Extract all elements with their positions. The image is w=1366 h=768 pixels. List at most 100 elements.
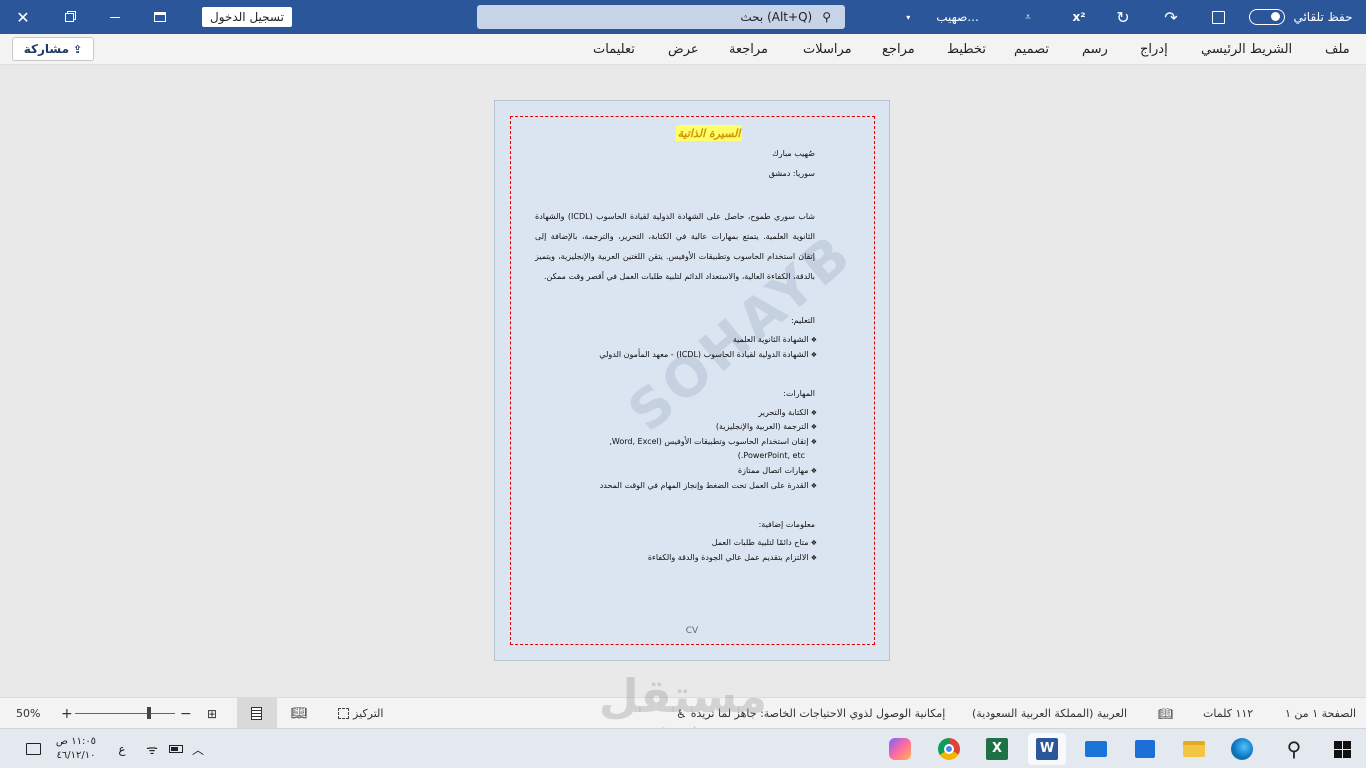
signin-button[interactable]: تسجيل الدخول	[202, 7, 292, 27]
skill-item: الترجمة (العربية والإنجليزية)	[716, 422, 817, 431]
document-name: صهيب...	[936, 10, 979, 24]
tab-review[interactable]: مراجعة	[729, 34, 768, 65]
network-status[interactable]: ᯤ	[142, 733, 162, 765]
skill-item: القدرة على العمل تحت الضغط وإنجاز المهام…	[600, 481, 817, 490]
superscript-button[interactable]: x²	[1068, 0, 1090, 34]
mail-button[interactable]	[1080, 733, 1112, 765]
tab-design[interactable]: تصميم	[1014, 34, 1049, 65]
skill-item-continued: PowerPoint, etc.)	[737, 451, 805, 460]
battery-icon	[169, 745, 183, 753]
cv-location: سوريا: دمشق	[768, 169, 815, 178]
notifications-button[interactable]	[20, 733, 46, 765]
input-language[interactable]: ع	[112, 733, 132, 765]
save-icon	[1211, 10, 1225, 24]
book-icon: 📖︎	[1158, 706, 1174, 721]
start-button[interactable]	[1326, 733, 1358, 765]
file-explorer-button[interactable]	[1178, 733, 1210, 765]
copilot-icon	[889, 738, 911, 760]
focus-button[interactable]: التركيز	[338, 698, 383, 729]
ribbon-display-button[interactable]	[140, 0, 180, 34]
minimize-icon	[110, 16, 120, 18]
clock-date: ٤٦/١٢/١٠	[56, 750, 96, 761]
focus-label: التركيز	[353, 707, 384, 720]
zoom-level[interactable]: 50%	[16, 698, 40, 729]
tab-references[interactable]: مراجع	[882, 34, 915, 65]
search-input-label: بحث (Alt+Q)	[740, 10, 813, 24]
plus-icon: +	[61, 705, 73, 722]
show-hidden-icons-button[interactable]: ︿	[188, 733, 208, 765]
edge-taskbar-button[interactable]	[1226, 733, 1258, 765]
read-mode-button[interactable]: 📖︎	[291, 698, 308, 729]
zoom-slider[interactable]	[75, 713, 175, 714]
excel-icon: X	[986, 738, 1008, 760]
clock[interactable]: ١١:٠٥ ص ٤٦/١٢/١٠	[48, 732, 104, 766]
autosave-label: حفظ تلقائي	[1293, 10, 1353, 24]
accessibility-status[interactable]: إمكانية الوصول لذوي الاحتياجات الخاصة: ج…	[676, 698, 945, 729]
read-mode-icon: 📖︎	[291, 706, 308, 721]
tab-view[interactable]: عرض	[668, 34, 699, 65]
document-page[interactable]: SOHAYB السيرة الذاتية صُهيب مبارك سوريا:…	[494, 100, 890, 661]
ribbon-display-icon	[154, 12, 166, 22]
tab-insert[interactable]: إدراج	[1140, 34, 1168, 65]
tab-file[interactable]: ملف	[1325, 34, 1350, 65]
ribbon-tabs: مشاركة ⇪ ملف الشريط الرئيسي إدراج رسم تص…	[0, 34, 1366, 65]
education-item: الشهادة الدولية لقيادة الحاسوب (ICDL) - …	[599, 350, 817, 359]
search-button[interactable]: ⚲	[1278, 733, 1310, 765]
search-box[interactable]: بحث (Alt+Q) ⚲	[477, 5, 845, 29]
print-layout-button[interactable]	[237, 698, 277, 729]
zoom-out-button[interactable]: −	[180, 698, 192, 729]
undo-button[interactable]: ↷	[1158, 0, 1184, 34]
minus-icon: −	[180, 705, 192, 722]
document-name-button[interactable]: ▾ صهيب...	[895, 0, 990, 34]
redo-icon: ↻	[1116, 7, 1130, 27]
chevron-up-icon: ︿	[191, 742, 204, 757]
cv-summary: شاب سوري طموح، حاصل على الشهادة الدولية …	[535, 212, 816, 281]
status-bar: الصفحة ١ من ١ ١١٢ كلمات 📖︎ العربية (المم…	[0, 697, 1366, 729]
tab-mailings[interactable]: مراسلات	[803, 34, 852, 65]
education-item: الشهادة الثانوية العلمية	[733, 335, 817, 344]
toggle-icon	[1249, 9, 1285, 25]
focus-icon	[338, 708, 349, 719]
clock-time: ١١:٠٥ ص	[55, 736, 97, 747]
web-layout-icon: ⊞	[207, 706, 218, 721]
skills-heading: المهارات:	[783, 389, 815, 398]
wifi-icon: ᯤ	[146, 743, 158, 758]
document-title: السيرة الذاتية	[676, 125, 742, 141]
accessibility-icon: ♿︎	[676, 706, 687, 721]
word-count[interactable]: ١١٢ كلمات	[1203, 698, 1253, 729]
tab-help[interactable]: تعليمات	[593, 34, 635, 65]
excel-taskbar-button[interactable]: X	[981, 733, 1013, 765]
redo-button[interactable]: ↻	[1110, 0, 1136, 34]
store-button[interactable]	[1129, 733, 1161, 765]
zoom-in-button[interactable]: +	[61, 698, 73, 729]
zoom-slider-thumb[interactable]	[147, 707, 151, 719]
chrome-taskbar-button[interactable]	[933, 733, 965, 765]
document-workspace[interactable]: SOHAYB السيرة الذاتية صُهيب مبارك سوريا:…	[0, 65, 1366, 697]
copilot-taskbar-button[interactable]	[884, 733, 916, 765]
tab-layout[interactable]: تخطيط	[947, 34, 986, 65]
edge-icon	[1231, 738, 1253, 760]
tab-draw[interactable]: رسم	[1082, 34, 1108, 65]
battery-status[interactable]	[166, 733, 186, 765]
extra-item: الالتزام بتقديم عمل عالي الجودة والدقة و…	[648, 553, 817, 562]
proofing-icon[interactable]: 📖︎	[1158, 698, 1173, 729]
notification-icon	[25, 743, 41, 755]
minimize-button[interactable]	[92, 0, 138, 34]
restore-button[interactable]	[46, 0, 92, 34]
share-button[interactable]: مشاركة ⇪	[12, 37, 94, 61]
close-button[interactable]: ✕	[0, 0, 46, 34]
windows-icon	[1333, 740, 1351, 758]
share-icon: ⇪	[73, 42, 83, 56]
customize-toolbar-button[interactable]: ⩡	[1018, 0, 1038, 34]
word-icon: W	[1036, 738, 1058, 760]
customize-toolbar-icon: ⩡	[1025, 11, 1031, 23]
skill-item: مهارات اتصال ممتازة	[738, 466, 817, 475]
language-status[interactable]: العربية (المملكة العربية السعودية)	[972, 698, 1127, 729]
word-taskbar-button[interactable]: W	[1028, 733, 1066, 765]
close-icon: ✕	[16, 7, 30, 27]
tab-home[interactable]: الشريط الرئيسي	[1201, 34, 1292, 65]
page-count[interactable]: الصفحة ١ من ١	[1285, 698, 1356, 729]
web-layout-button[interactable]: ⊞	[207, 698, 217, 729]
save-button[interactable]	[1205, 0, 1231, 34]
autosave-toggle[interactable]	[1248, 0, 1286, 34]
